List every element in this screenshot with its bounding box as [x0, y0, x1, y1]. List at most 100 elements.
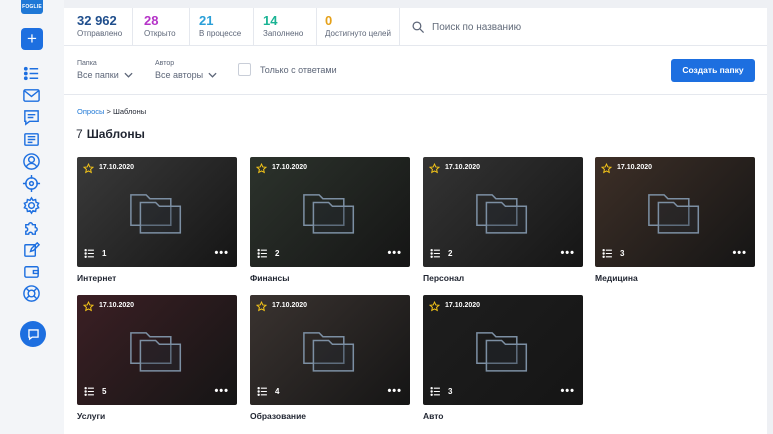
more-options-icon[interactable]: ••• [214, 386, 229, 397]
star-icon[interactable] [256, 301, 267, 312]
template-card[interactable]: 17.10.2020 2 ••• Финансы [250, 157, 410, 283]
stat-in-progress[interactable]: 21 В процессе [199, 13, 241, 39]
edit-icon[interactable] [22, 240, 41, 259]
template-card[interactable]: 17.10.2020 1 ••• Интернет [77, 157, 237, 283]
page-title-text: Шаблоны [86, 127, 145, 141]
card-question-count: 1 [102, 249, 107, 258]
card-question-count: 5 [102, 387, 107, 396]
breadcrumb-current: Шаблоны [112, 107, 147, 116]
questions-list-icon [257, 386, 267, 397]
stats-bar: 32 962 Отправлено 28 Открыто 21 В процес… [64, 8, 767, 46]
folder-icon [303, 332, 355, 372]
card-date: 17.10.2020 [445, 164, 481, 171]
stat-value: 28 [144, 13, 159, 28]
folder-filter[interactable]: Папка Все папки [77, 59, 133, 81]
chat-bubble-icon [27, 328, 39, 340]
star-icon[interactable] [429, 301, 440, 312]
support-chat-button[interactable] [20, 321, 46, 347]
template-card[interactable]: 17.10.2020 2 ••• Персонал [423, 157, 583, 283]
card-image[interactable]: 17.10.2020 5 ••• [77, 295, 237, 405]
template-card[interactable]: 17.10.2020 3 ••• Медицина [595, 157, 755, 283]
filters-bar: Папка Все папки Автор Все авторы Только … [64, 47, 767, 95]
stat-divider [253, 8, 254, 46]
star-icon[interactable] [429, 163, 440, 174]
wallet-icon[interactable] [22, 262, 41, 281]
more-options-icon[interactable]: ••• [387, 248, 402, 259]
card-question-count: 3 [620, 249, 625, 258]
card-date: 17.10.2020 [617, 164, 653, 171]
stat-label: Заполнено [263, 29, 304, 38]
stat-label: Достигнуто целей [325, 29, 391, 38]
card-question-count: 4 [275, 387, 280, 396]
stat-goals[interactable]: 0 Достигнуто целей [325, 13, 391, 39]
mail-icon[interactable] [22, 86, 41, 105]
card-date: 17.10.2020 [272, 302, 308, 309]
chat-message-icon[interactable] [22, 108, 41, 127]
questions-list-icon [84, 386, 94, 397]
questions-list-icon [257, 248, 267, 259]
more-options-icon[interactable]: ••• [214, 248, 229, 259]
card-title[interactable]: Авто [423, 411, 583, 421]
stat-divider [399, 8, 400, 46]
surveys-list-icon[interactable] [22, 64, 41, 83]
stat-completed[interactable]: 14 Заполнено [263, 13, 303, 39]
search-icon [412, 21, 425, 34]
star-icon[interactable] [83, 301, 94, 312]
target-icon[interactable] [22, 174, 41, 193]
more-options-icon[interactable]: ••• [560, 386, 575, 397]
star-icon[interactable] [83, 163, 94, 174]
card-image[interactable]: 17.10.2020 4 ••• [250, 295, 410, 405]
folder-icon [303, 194, 355, 234]
stat-value: 21 [199, 13, 214, 28]
template-card[interactable]: 17.10.2020 4 ••• Образование [250, 295, 410, 421]
template-card[interactable]: 17.10.2020 3 ••• Авто [423, 295, 583, 421]
card-title[interactable]: Образование [250, 411, 410, 421]
main-panel: 32 962 Отправлено 28 Открыто 21 В процес… [64, 8, 767, 434]
brand-logo[interactable]: FOGLIE [21, 0, 43, 14]
stat-divider [132, 8, 133, 46]
more-options-icon[interactable]: ••• [560, 248, 575, 259]
page-title: 7 Шаблоны [76, 127, 145, 141]
author-filter[interactable]: Автор Все авторы [155, 59, 217, 81]
breadcrumb-root[interactable]: Опросы [77, 107, 104, 116]
questions-list-icon [430, 248, 440, 259]
search-input[interactable] [432, 16, 732, 38]
card-image[interactable]: 17.10.2020 2 ••• [423, 157, 583, 267]
gear-icon[interactable] [22, 196, 41, 215]
card-image[interactable]: 17.10.2020 1 ••• [77, 157, 237, 267]
puzzle-icon[interactable] [22, 218, 41, 237]
create-folder-button[interactable]: Создать папку [671, 59, 755, 82]
more-options-icon[interactable]: ••• [387, 386, 402, 397]
stat-opened[interactable]: 28 Открыто [144, 13, 176, 39]
author-filter-value: Все авторы [155, 69, 217, 81]
star-icon[interactable] [601, 163, 612, 174]
stat-sent[interactable]: 32 962 Отправлено [77, 13, 122, 39]
card-image[interactable]: 17.10.2020 3 ••• [423, 295, 583, 405]
author-filter-label: Автор [155, 60, 175, 67]
newspaper-icon[interactable] [22, 130, 41, 149]
card-image[interactable]: 17.10.2020 2 ••• [250, 157, 410, 267]
stat-divider [189, 8, 190, 46]
breadcrumb-separator: > [106, 107, 111, 116]
add-button[interactable]: + [21, 28, 43, 50]
more-options-icon[interactable]: ••• [732, 248, 747, 259]
page-title-count: 7 [76, 127, 83, 141]
card-title[interactable]: Медицина [595, 273, 755, 283]
star-icon[interactable] [256, 163, 267, 174]
stat-divider [316, 8, 317, 46]
card-title[interactable]: Интернет [77, 273, 237, 283]
card-question-count: 2 [448, 249, 453, 258]
folder-icon [130, 332, 182, 372]
user-icon[interactable] [22, 152, 41, 171]
card-title[interactable]: Финансы [250, 273, 410, 283]
stat-label: Открыто [144, 29, 176, 38]
breadcrumb: Опросы > Шаблоны [77, 107, 146, 116]
lifebuoy-icon[interactable] [22, 284, 41, 303]
card-title[interactable]: Услуги [77, 411, 237, 421]
card-date: 17.10.2020 [272, 164, 308, 171]
only-answers-checkbox[interactable] [238, 63, 251, 76]
stat-value: 32 962 [77, 13, 117, 28]
card-image[interactable]: 17.10.2020 3 ••• [595, 157, 755, 267]
card-title[interactable]: Персонал [423, 273, 583, 283]
template-card[interactable]: 17.10.2020 5 ••• Услуги [77, 295, 237, 421]
